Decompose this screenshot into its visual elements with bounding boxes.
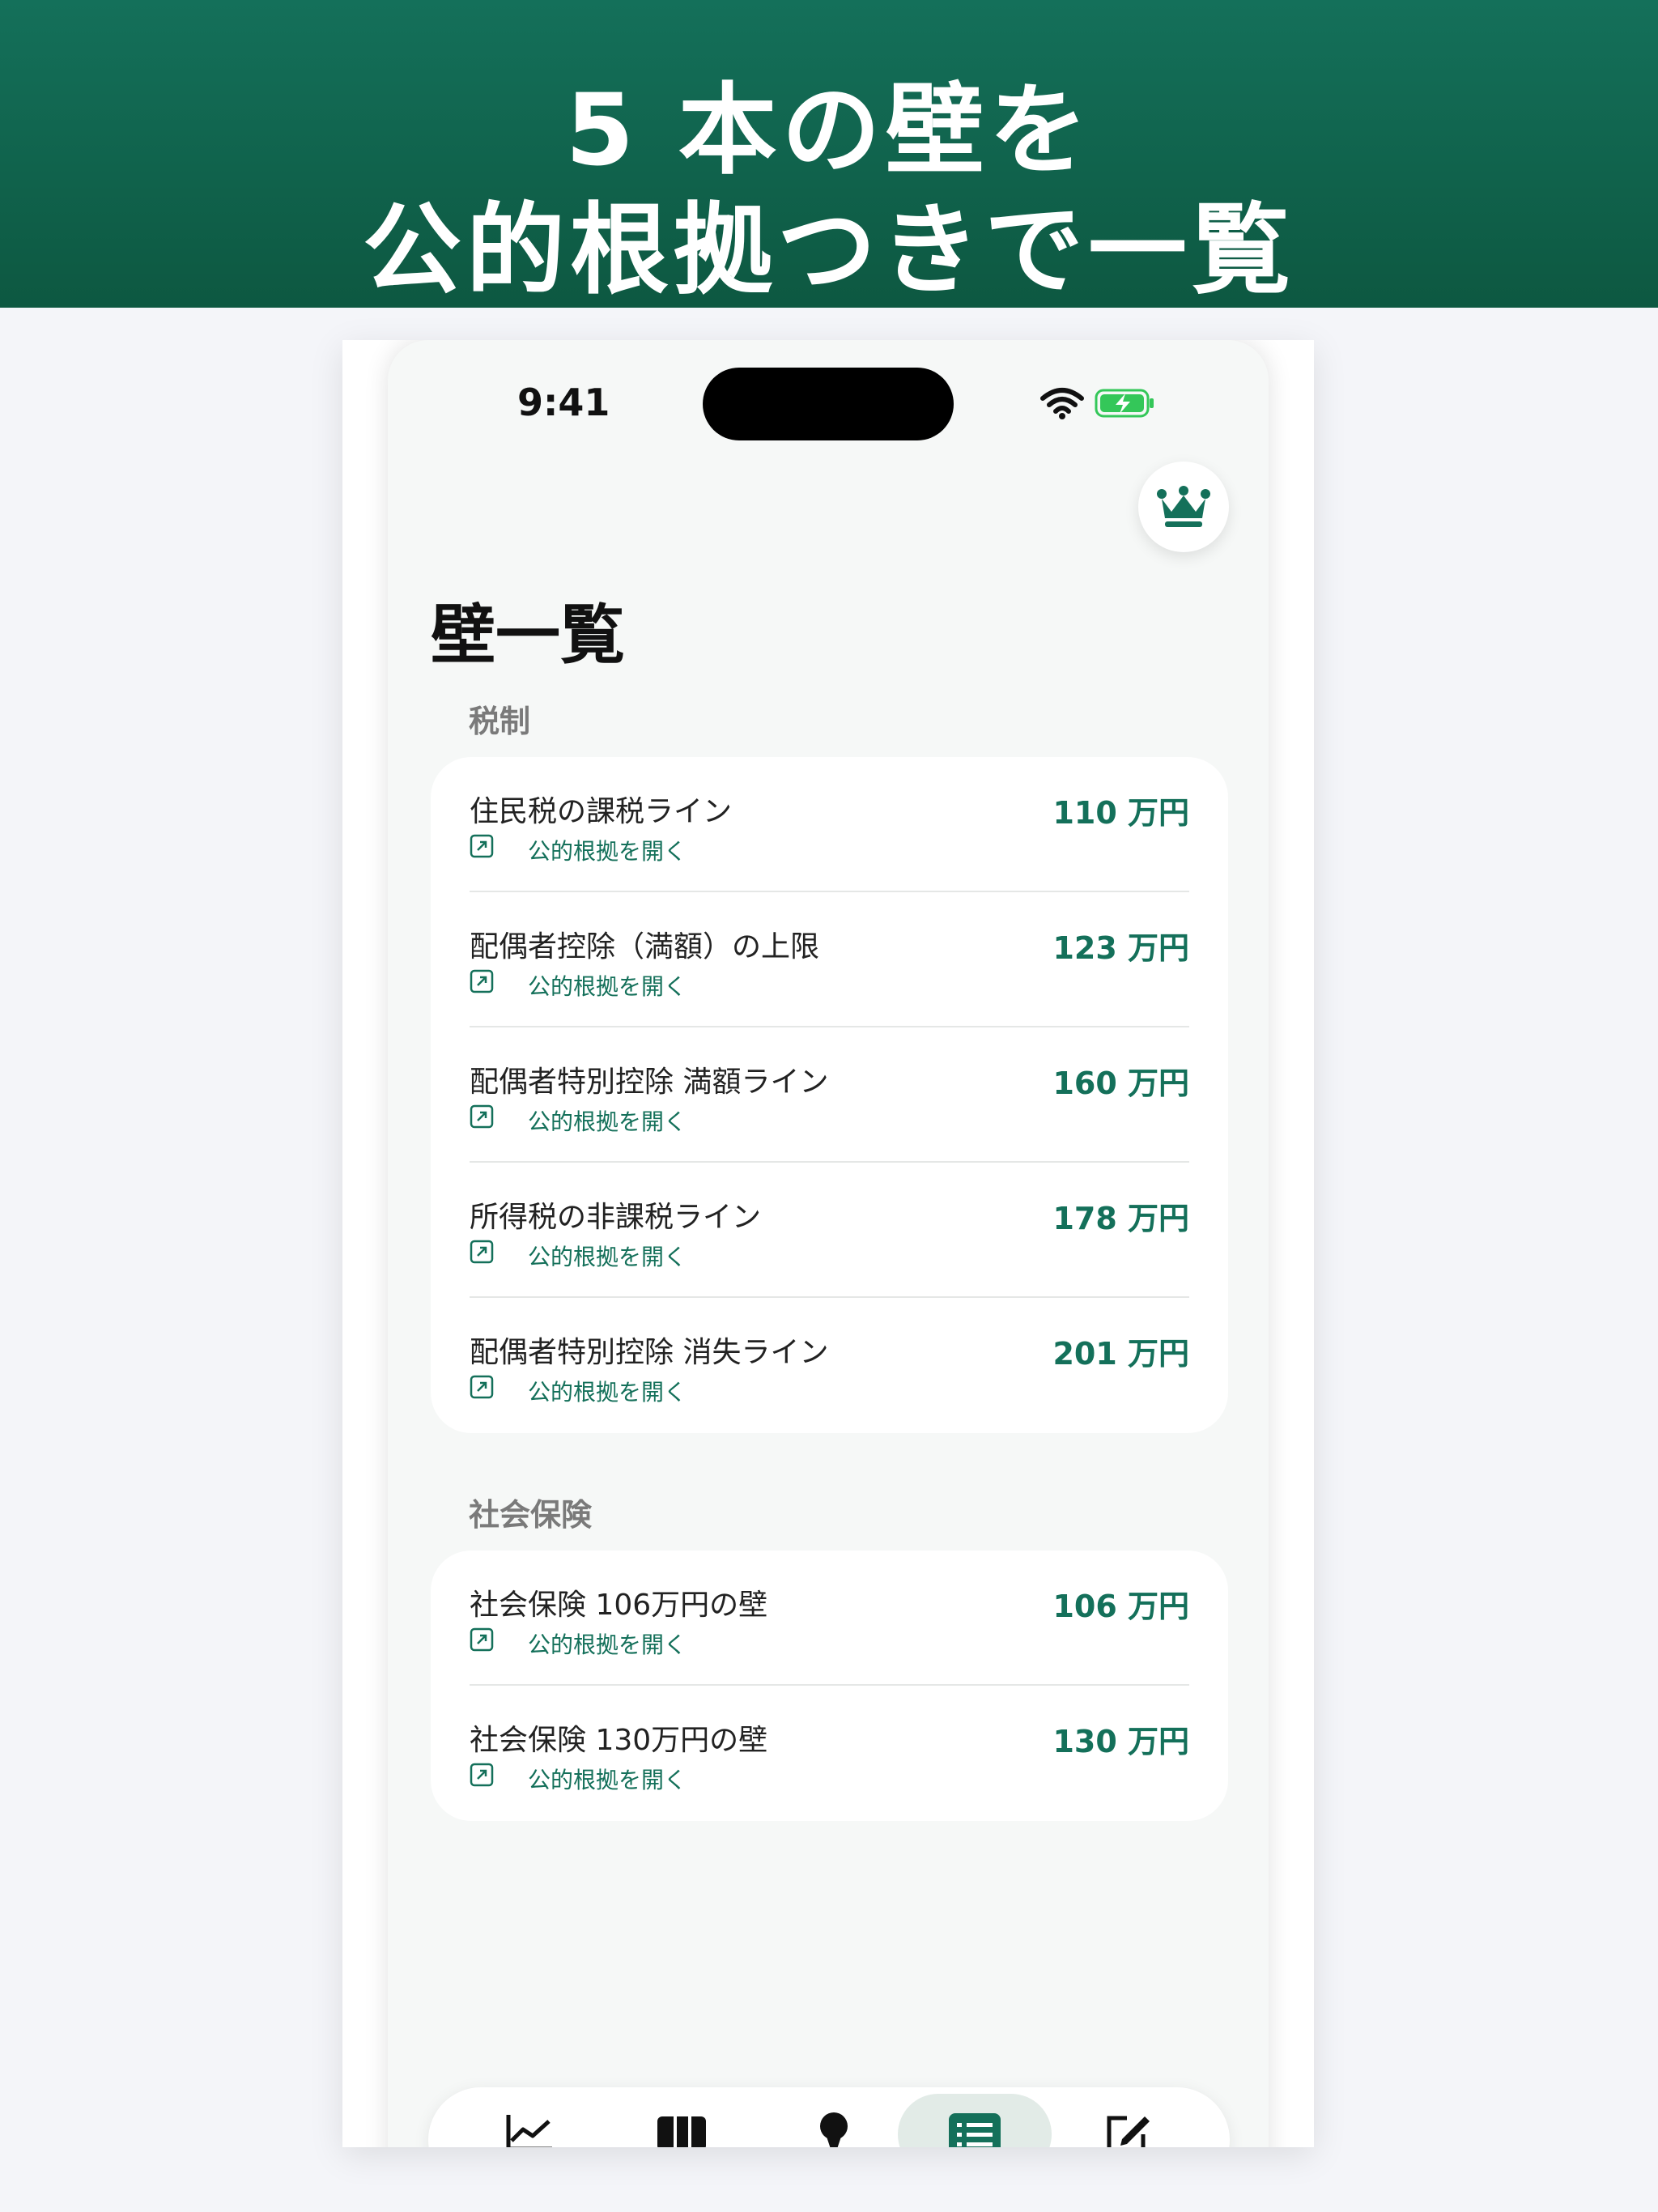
- external-link-icon: [470, 1104, 494, 1129]
- wall-amount: 106 万円: [1052, 1589, 1189, 1624]
- list-item[interactable]: 配偶者控除（満額）の上限 123 万円 公的根拠を開く: [431, 892, 1228, 1027]
- phone-screen: 9:41 壁一覧 税制 住民税の課税ライン 110 万円 公的根拠を開く 配偶者…: [388, 340, 1269, 2147]
- battery-icon: [1095, 389, 1154, 418]
- columns-icon: [657, 2116, 706, 2147]
- external-link-icon: [470, 1240, 494, 1264]
- tab-edit[interactable]: [1052, 2094, 1205, 2147]
- crown-icon: [1157, 486, 1210, 527]
- wall-title: 社会保険 130万円の壁: [470, 1724, 768, 1757]
- open-source-link[interactable]: 公的根拠を開く: [528, 1104, 687, 1137]
- device-frame: 9:41 壁一覧 税制 住民税の課税ライン 110 万円 公的根拠を開く 配偶者…: [342, 340, 1314, 2147]
- premium-button[interactable]: [1138, 462, 1229, 552]
- tab-chart[interactable]: [453, 2094, 606, 2147]
- chart-line-icon: [506, 2115, 552, 2147]
- open-source-link[interactable]: 公的根拠を開く: [528, 1763, 687, 1795]
- wall-title: 所得税の非課税ライン: [470, 1201, 762, 1234]
- external-link-icon: [470, 969, 494, 993]
- wall-amount: 201 万円: [1052, 1336, 1189, 1372]
- open-source-link[interactable]: 公的根拠を開く: [528, 834, 687, 866]
- tab-bar: [428, 2087, 1230, 2147]
- list-icon: [949, 2113, 1001, 2147]
- tab-pin[interactable]: [757, 2094, 911, 2147]
- banner-headline-line2: 公的根拠つきで一覧: [363, 193, 1295, 308]
- external-link-icon: [470, 1763, 494, 1787]
- external-link-icon: [470, 834, 494, 858]
- tab-list[interactable]: [898, 2094, 1052, 2147]
- wall-amount: 123 万円: [1052, 930, 1189, 966]
- section-header-social-insurance: 社会保険: [469, 1497, 593, 1533]
- dynamic-island: [703, 368, 954, 440]
- wall-amount: 110 万円: [1052, 795, 1189, 831]
- open-source-link[interactable]: 公的根拠を開く: [528, 1240, 687, 1272]
- open-source-link[interactable]: 公的根拠を開く: [528, 1375, 687, 1407]
- section-card-tax: 住民税の課税ライン 110 万円 公的根拠を開く 配偶者控除（満額）の上限 12…: [431, 757, 1228, 1433]
- wall-title: 配偶者特別控除 消失ライン: [470, 1336, 829, 1369]
- wall-title: 配偶者控除（満額）の上限: [470, 930, 820, 963]
- list-item[interactable]: 所得税の非課税ライン 178 万円 公的根拠を開く: [431, 1163, 1228, 1298]
- tab-columns[interactable]: [605, 2094, 759, 2147]
- external-link-icon: [470, 1375, 494, 1399]
- wall-title: 社会保険 106万円の壁: [470, 1589, 768, 1622]
- section-card-social-insurance: 社会保険 106万円の壁 106 万円 公的根拠を開く 社会保険 130万円の壁…: [431, 1551, 1228, 1821]
- edit-icon: [1107, 2116, 1150, 2147]
- list-item[interactable]: 配偶者特別控除 満額ライン 160 万円 公的根拠を開く: [431, 1027, 1228, 1163]
- wall-amount: 160 万円: [1052, 1066, 1189, 1101]
- list-item[interactable]: 社会保険 106万円の壁 106 万円 公的根拠を開く: [431, 1551, 1228, 1686]
- external-link-icon: [470, 1627, 494, 1652]
- list-item[interactable]: 住民税の課税ライン 110 万円 公的根拠を開く: [431, 757, 1228, 892]
- list-item[interactable]: 配偶者特別控除 消失ライン 201 万円 公的根拠を開く: [431, 1298, 1228, 1433]
- wall-title: 配偶者特別控除 満額ライン: [470, 1066, 829, 1099]
- wall-amount: 178 万円: [1052, 1201, 1189, 1236]
- list-item[interactable]: 社会保険 130万円の壁 130 万円 公的根拠を開く: [431, 1686, 1228, 1821]
- wifi-icon: [1040, 388, 1084, 419]
- wall-title: 住民税の課税ライン: [470, 795, 733, 828]
- pin-icon: [820, 2112, 848, 2147]
- wall-amount: 130 万円: [1052, 1724, 1189, 1759]
- open-source-link[interactable]: 公的根拠を開く: [528, 969, 687, 1002]
- status-time: 9:41: [517, 381, 610, 424]
- section-header-tax: 税制: [469, 704, 531, 739]
- promo-banner: 5 本の壁を 公的根拠つきで一覧: [0, 0, 1658, 308]
- open-source-link[interactable]: 公的根拠を開く: [528, 1627, 687, 1660]
- page-title: 壁一覧: [431, 598, 625, 673]
